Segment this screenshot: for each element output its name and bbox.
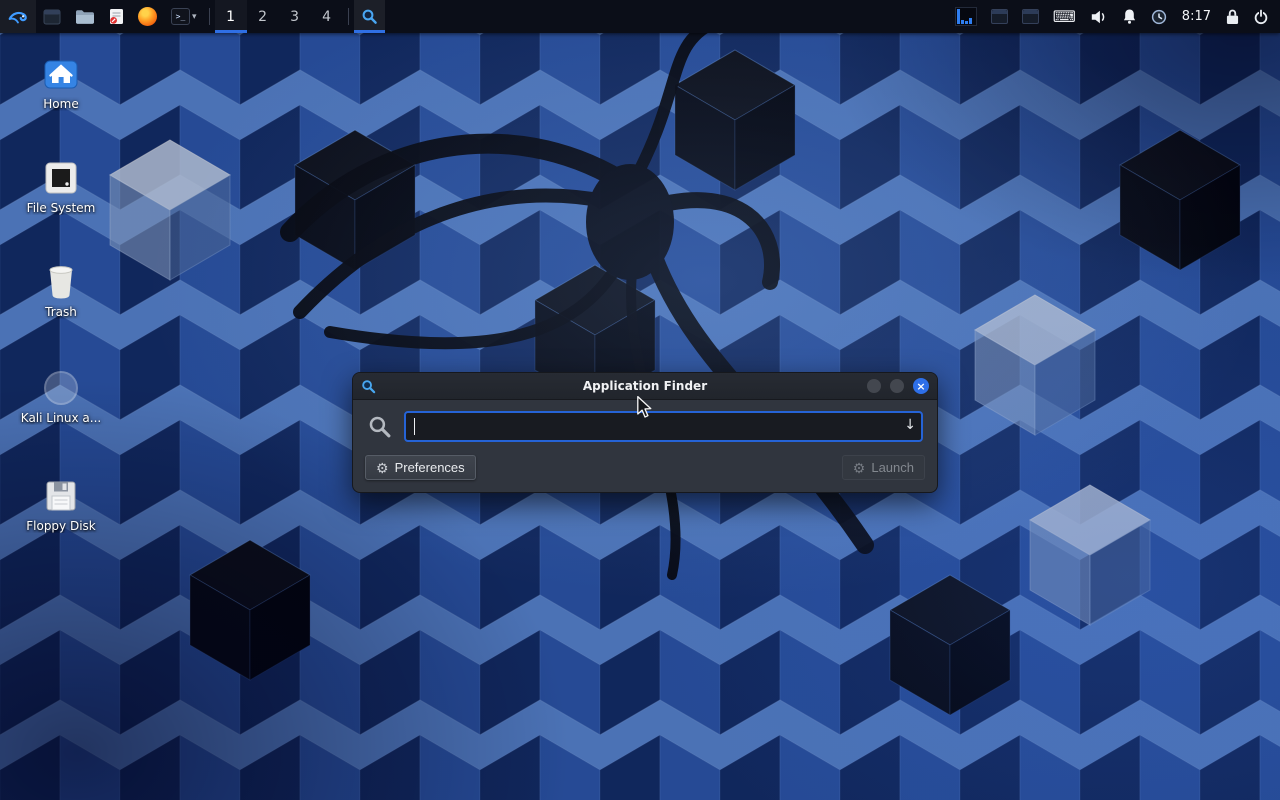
speaker-icon xyxy=(1090,9,1108,25)
desktop-icon-label: Floppy Disk xyxy=(18,519,104,533)
launch-label: Launch xyxy=(871,460,914,475)
power-icon xyxy=(1253,9,1269,25)
search-input[interactable] xyxy=(404,411,923,442)
maximize-button[interactable] xyxy=(890,379,904,393)
folder-launcher[interactable] xyxy=(68,0,102,33)
preferences-button[interactable]: ⚙ Preferences xyxy=(365,455,476,480)
clock-status-icon xyxy=(1151,9,1167,25)
window-thumb-icon xyxy=(1022,9,1039,24)
bell-icon xyxy=(1122,8,1137,25)
text-caret xyxy=(414,418,415,435)
workspace-button-4[interactable]: 4 xyxy=(311,0,343,33)
keyboard-layout[interactable]: ⌨ xyxy=(1046,0,1083,33)
keyboard-icon: ⌨ xyxy=(1053,9,1076,25)
firefox-icon xyxy=(138,7,157,26)
desktop-icon-label: Trash xyxy=(18,305,104,319)
volume-control[interactable] xyxy=(1083,0,1115,33)
terminal-icon: >_ xyxy=(171,8,190,25)
kali-menu-button[interactable] xyxy=(0,0,36,33)
notifications[interactable] xyxy=(1115,0,1144,33)
cpu-graph[interactable] xyxy=(948,0,984,33)
text-editor-launcher[interactable] xyxy=(102,0,131,33)
file-manager-icon xyxy=(43,9,61,25)
desktop-icon-label: Home xyxy=(18,97,104,111)
status-tray[interactable] xyxy=(1144,0,1174,33)
file-manager-launcher[interactable] xyxy=(36,0,68,33)
application-finder-window: Application Finder × ↓ ⚙ Preferences ⚙ L… xyxy=(352,372,938,493)
chevron-down-icon[interactable]: ▾ xyxy=(192,12,197,22)
trash-icon xyxy=(46,265,76,300)
drive-icon xyxy=(44,161,78,195)
button-row: ⚙ Preferences ⚙ Launch xyxy=(353,448,937,491)
launch-button[interactable]: ⚙ Launch xyxy=(842,455,925,480)
panel-separator xyxy=(209,8,210,25)
workspace-button-3[interactable]: 3 xyxy=(279,0,311,33)
workspace-button-1[interactable]: 1 xyxy=(215,0,247,33)
panel-separator xyxy=(348,8,349,25)
home-icon xyxy=(44,58,78,90)
tray-window-2[interactable] xyxy=(1015,0,1046,33)
window-thumb-icon xyxy=(991,9,1008,24)
search-row: ↓ xyxy=(353,400,937,448)
kali-logo-icon xyxy=(7,6,29,28)
launch-icon: ⚙ xyxy=(853,461,866,475)
tray-window-1[interactable] xyxy=(984,0,1015,33)
firefox-launcher[interactable] xyxy=(131,0,164,33)
text-editor-icon xyxy=(109,8,124,25)
minimize-button[interactable] xyxy=(867,379,881,393)
lock-screen-button[interactable] xyxy=(1219,0,1246,33)
taskbar-application-finder[interactable] xyxy=(354,0,385,33)
window-titlebar[interactable]: Application Finder × xyxy=(353,373,937,400)
gear-icon: ⚙ xyxy=(376,461,389,475)
desktop-icon-home[interactable]: Home xyxy=(18,56,104,111)
terminal-launcher[interactable]: >_ ▾ xyxy=(164,0,204,33)
preferences-label: Preferences xyxy=(395,460,465,475)
desktop-icon-label: Kali Linux a... xyxy=(18,411,104,425)
search-icon xyxy=(361,8,378,25)
lock-icon xyxy=(1226,9,1239,25)
workspace-button-2[interactable]: 2 xyxy=(247,0,279,33)
window-title: Application Finder xyxy=(353,379,937,393)
dropdown-arrow-icon[interactable]: ↓ xyxy=(904,417,916,433)
desktop-icon-trash[interactable]: Trash xyxy=(18,264,104,319)
desktop-icon-kali-linux[interactable]: Kali Linux a... xyxy=(18,370,104,425)
panel-clock[interactable]: 8:17 xyxy=(1174,0,1219,33)
kali-faded-icon xyxy=(44,371,78,405)
desktop-icon-floppy-disk[interactable]: Floppy Disk xyxy=(18,478,104,533)
top-panel: >_ ▾ 1 2 3 4 ⌨ xyxy=(0,0,1280,33)
desktop-icon-file-system[interactable]: File System xyxy=(18,160,104,215)
logout-button[interactable] xyxy=(1246,0,1276,33)
cpu-graph-icon xyxy=(955,7,977,26)
floppy-icon xyxy=(45,480,77,512)
desktop-icon-label: File System xyxy=(18,201,104,215)
close-button[interactable]: × xyxy=(913,378,929,394)
folder-icon xyxy=(75,9,95,25)
search-icon-large xyxy=(367,414,392,439)
